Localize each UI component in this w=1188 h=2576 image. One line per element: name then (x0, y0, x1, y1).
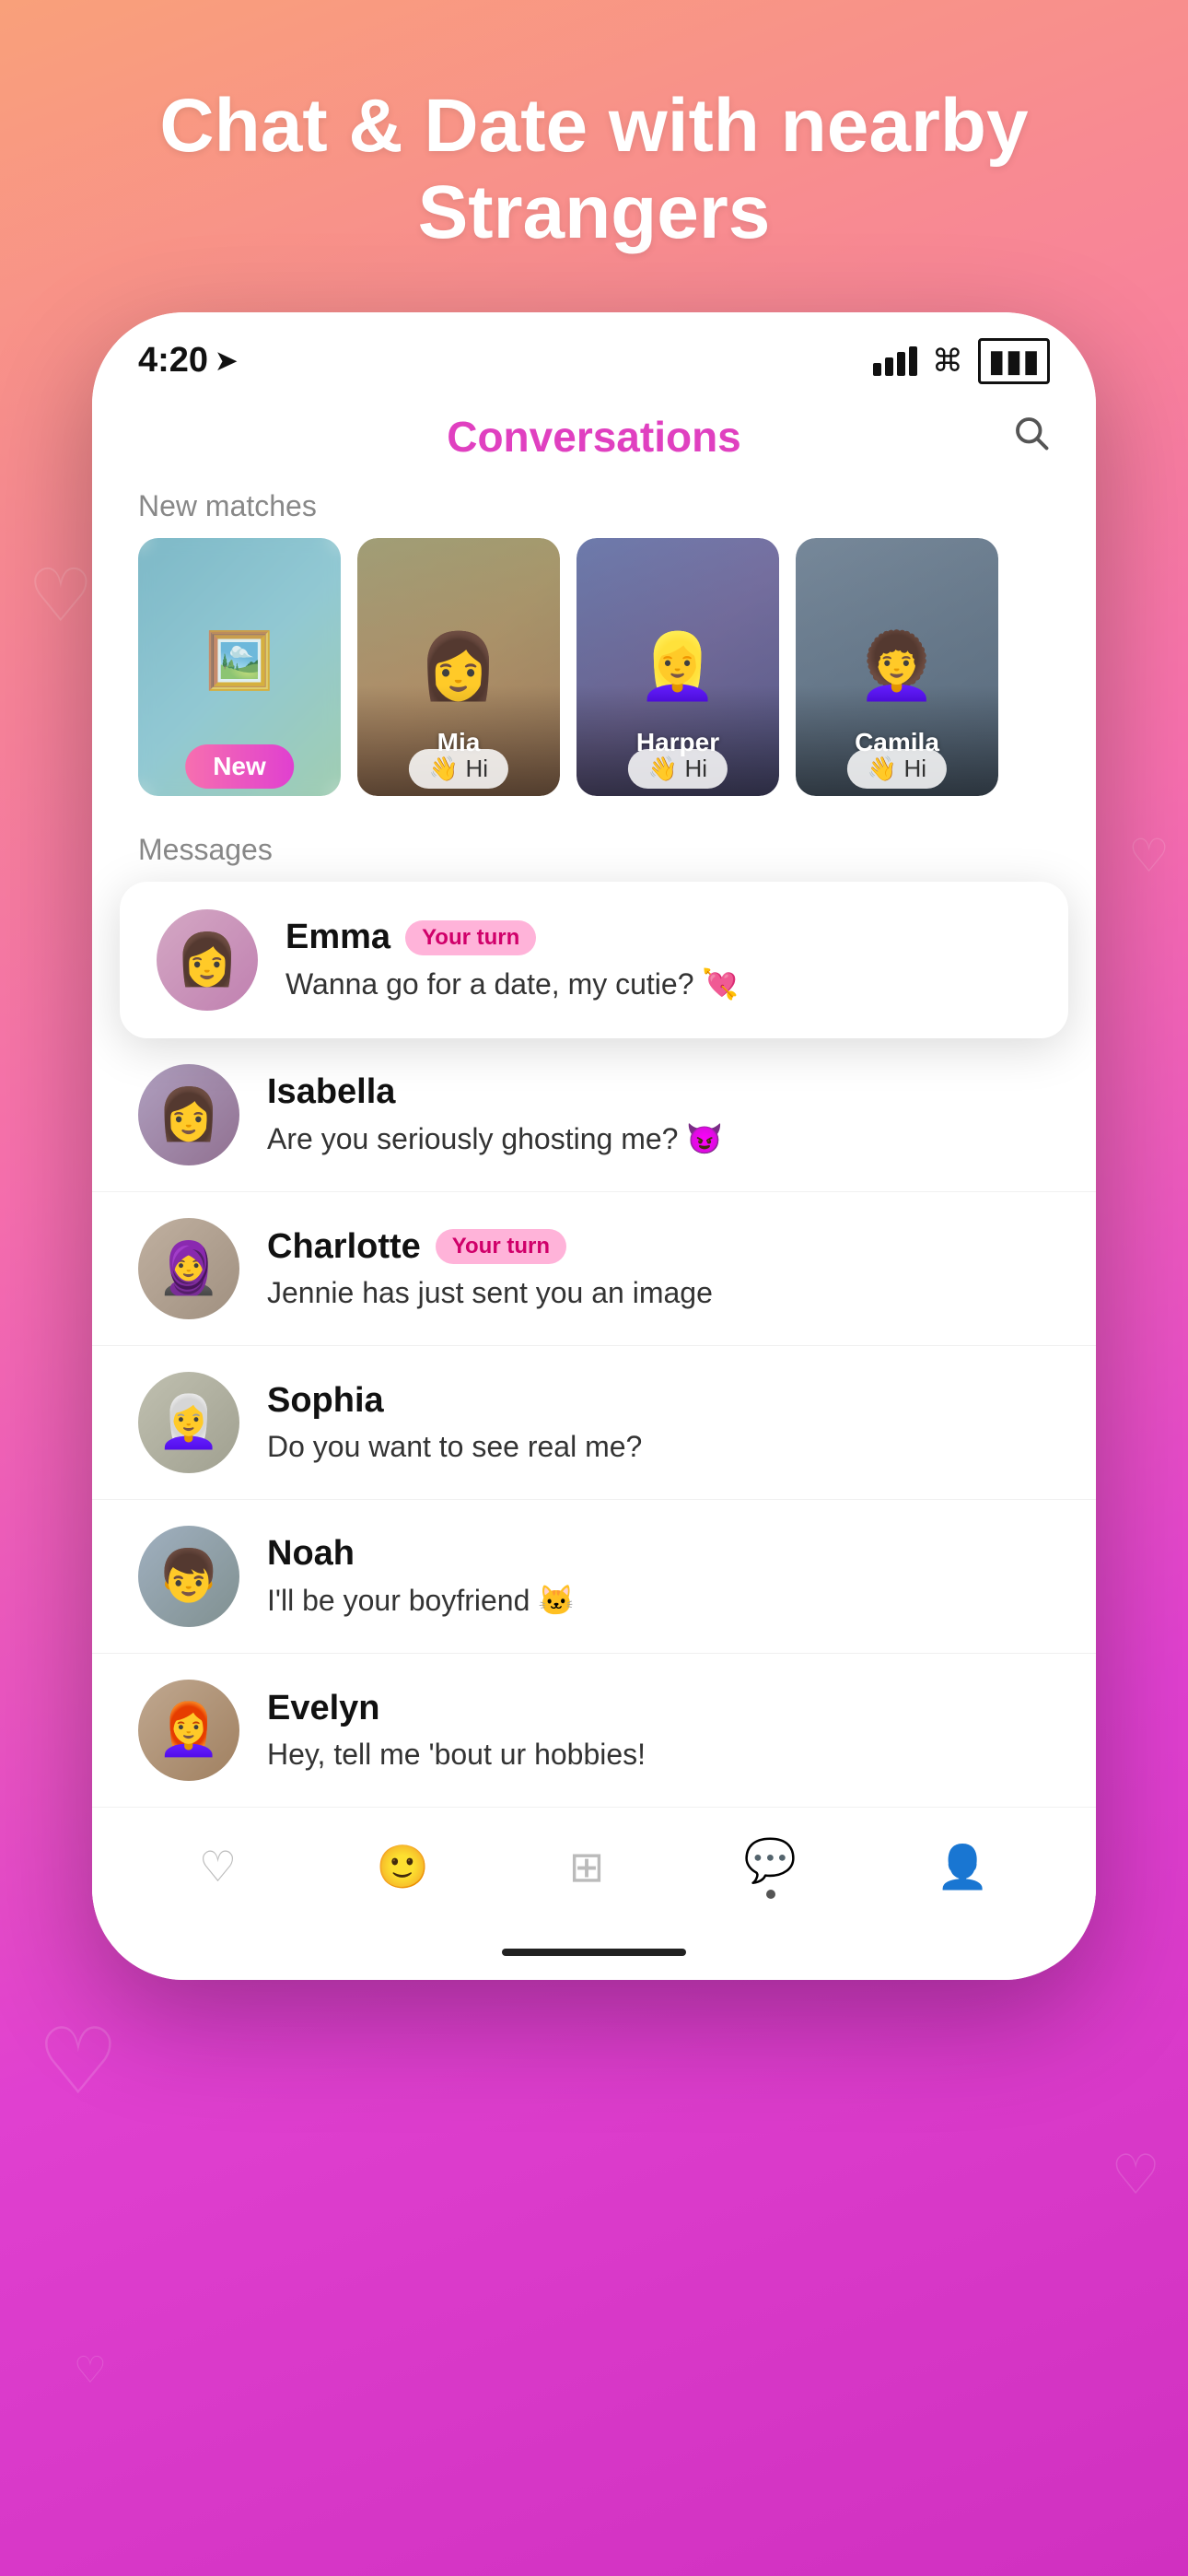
location-arrow-icon: ➤ (215, 345, 237, 376)
status-time: 4:20 ➤ (138, 341, 238, 381)
featured-message-card[interactable]: 👩 Emma Your turn Wanna go for a date, my… (120, 882, 1068, 1038)
your-turn-badge-charlotte: Your turn (436, 1229, 566, 1264)
home-bar (502, 1949, 686, 1956)
nav-faces[interactable]: 🙂 (358, 1832, 448, 1902)
sophia-name: Sophia (267, 1381, 384, 1421)
app-content: Conversations New matches 🖼️ New (92, 393, 1096, 1925)
message-item-charlotte[interactable]: 🧕 Charlotte Your turn Jennie has just se… (92, 1192, 1096, 1346)
avatar-emma: 👩 (157, 909, 258, 1011)
match-card-harper[interactable]: 👱‍♀️ Harper 👋 Hi (577, 538, 779, 796)
wifi-icon: ⌘ (932, 343, 963, 380)
phone-frame: 4:20 ➤ ⌘ ▮▮▮ Conversations (92, 312, 1096, 1980)
bg-heart-3: ♡ (37, 2008, 120, 2115)
status-icons: ⌘ ▮▮▮ (873, 338, 1050, 384)
noah-name: Noah (267, 1534, 355, 1574)
status-bar: 4:20 ➤ ⌘ ▮▮▮ (92, 312, 1096, 393)
your-turn-badge-emma: Your turn (405, 920, 536, 955)
sophia-preview: Do you want to see real me? (267, 1430, 1050, 1464)
avatar-sophia: 👩‍🦳 (138, 1372, 239, 1473)
active-dot (766, 1890, 775, 1899)
charlotte-preview: Jennie has just sent you an image (267, 1276, 1050, 1310)
bottom-nav: ♡ 🙂 ⊞ 💬 👤 (92, 1807, 1096, 1925)
nav-profile[interactable]: 👤 (918, 1832, 1007, 1902)
isabella-preview: Are you seriously ghosting me? 😈 (267, 1121, 1050, 1156)
new-matches-label: New matches (92, 480, 1096, 538)
grid-icon: ⊞ (569, 1842, 605, 1891)
messages-list: 👩 Isabella Are you seriously ghosting me… (92, 1038, 1096, 1807)
battery-icon: ▮▮▮ (978, 338, 1050, 384)
match-card-new[interactable]: 🖼️ New (138, 538, 341, 796)
conversations-header: Conversations (92, 393, 1096, 480)
heart-icon: ♡ (199, 1842, 237, 1891)
signal-icon (873, 346, 917, 376)
match-card-mia[interactable]: 👩 Mia 👋 Hi (357, 538, 560, 796)
avatar-noah: 👦 (138, 1526, 239, 1627)
nav-likes[interactable]: ♡ (181, 1832, 255, 1901)
bg-heart-5: ♡ (74, 2349, 107, 2392)
messages-label: Messages (92, 824, 1096, 882)
bg-heart-1: ♡ (28, 553, 94, 638)
matches-row: 🖼️ New 👩 Mia 👋 Hi 👱‍♀️ (92, 538, 1096, 824)
message-item-noah[interactable]: 👦 Noah I'll be your boyfriend 🐱 (92, 1500, 1096, 1654)
bg-heart-4: ♡ (1111, 2143, 1160, 2207)
isabella-name: Isabella (267, 1072, 395, 1112)
avatar-charlotte: 🧕 (138, 1218, 239, 1319)
avatar-evelyn: 👩‍🦰 (138, 1680, 239, 1781)
evelyn-preview: Hey, tell me 'bout ur hobbies! (267, 1738, 1050, 1772)
chat-icon: 💬 (744, 1835, 797, 1886)
nav-chat[interactable]: 💬 (726, 1826, 815, 1908)
screen-title: Conversations (447, 412, 741, 462)
message-item-evelyn[interactable]: 👩‍🦰 Evelyn Hey, tell me 'bout ur hobbies… (92, 1654, 1096, 1807)
nav-grid[interactable]: ⊞ (551, 1832, 623, 1901)
message-item-isabella[interactable]: 👩 Isabella Are you seriously ghosting me… (92, 1038, 1096, 1192)
home-indicator (92, 1925, 1096, 1980)
emma-name-row: Emma Your turn (285, 918, 1031, 957)
match-hi-harper[interactable]: 👋 Hi (628, 749, 728, 789)
search-button[interactable] (1011, 413, 1050, 461)
photo-icon: 🖼️ (205, 627, 274, 693)
emma-preview: Wanna go for a date, my cutie? 💘 (285, 966, 1031, 1001)
match-hi-mia[interactable]: 👋 Hi (409, 749, 508, 789)
featured-message-content: Emma Your turn Wanna go for a date, my c… (285, 918, 1031, 1001)
smiley-icon: 🙂 (377, 1842, 429, 1892)
avatar-isabella: 👩 (138, 1064, 239, 1165)
match-hi-camila[interactable]: 👋 Hi (847, 749, 947, 789)
bg-heart-2: ♡ (1128, 829, 1170, 883)
charlotte-name: Charlotte (267, 1227, 421, 1267)
time-text: 4:20 (138, 341, 208, 381)
message-item-sophia[interactable]: 👩‍🦳 Sophia Do you want to see real me? (92, 1346, 1096, 1500)
match-card-camila[interactable]: 👩‍🦱 Camila 👋 Hi (796, 538, 998, 796)
new-badge: New (185, 744, 294, 789)
emma-name: Emma (285, 918, 390, 957)
evelyn-name: Evelyn (267, 1689, 380, 1728)
profile-icon: 👤 (937, 1842, 989, 1892)
noah-preview: I'll be your boyfriend 🐱 (267, 1583, 1050, 1618)
promo-headline: Chat & Date with nearby Strangers (104, 83, 1083, 257)
